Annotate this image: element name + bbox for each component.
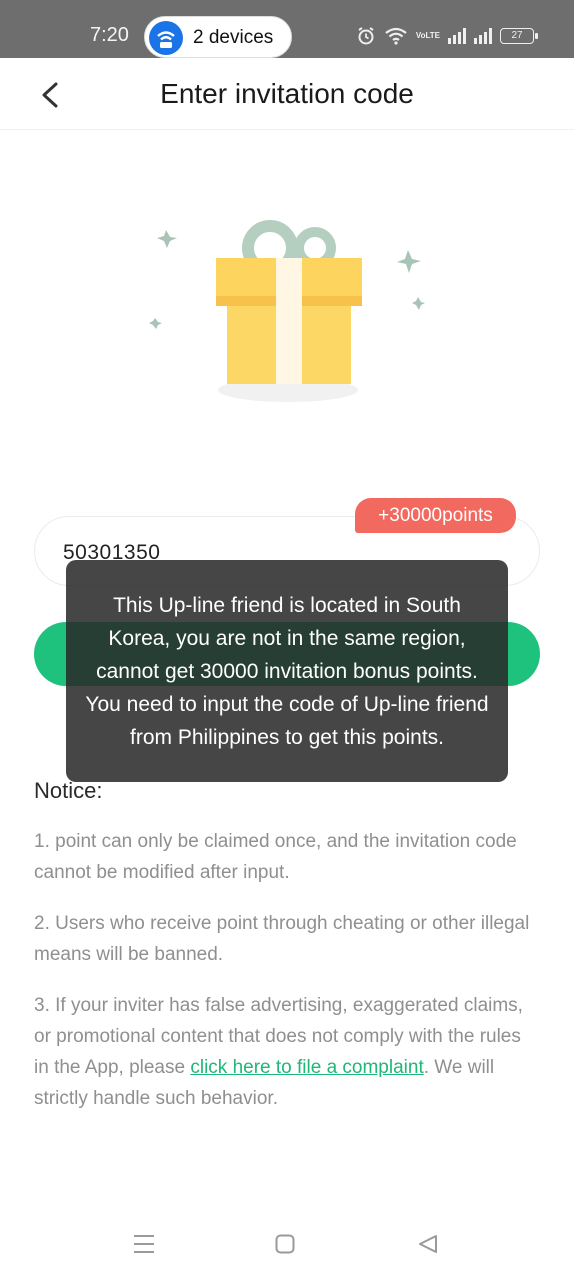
status-time: 7:20 [90,24,129,46]
signal-icon-1 [448,28,466,44]
signal-icon-2 [474,28,492,44]
notice-item-3: 3. If your inviter has false advertising… [34,990,534,1114]
hotspot-indicator[interactable]: 2 devices [144,16,292,58]
hotspot-label: 2 devices [193,27,274,48]
volte-icon: VoLTE [415,31,440,40]
nav-back-icon[interactable] [417,1234,439,1254]
status-icons: VoLTE 27 [356,26,538,46]
app-header: Enter invitation code [0,58,574,130]
home-icon[interactable] [275,1234,295,1254]
points-badge: +30000points [355,498,516,533]
hotspot-icon [149,21,183,55]
notice-item-2: 2. Users who receive point through cheat… [34,913,530,965]
status-bar: 7:20 2 devices VoLTE 27 [0,0,574,58]
system-nav-bar [0,1200,574,1280]
recent-apps-icon[interactable] [133,1234,155,1254]
gift-icon [149,220,425,402]
file-complaint-link[interactable]: click here to file a complaint [190,1057,423,1078]
wifi-icon [385,27,407,45]
battery-icon: 27 [500,28,538,44]
page-title: Enter invitation code [160,78,414,109]
alarm-icon [358,27,374,45]
toast-message: This Up-line friend is located in South … [66,560,508,782]
notice-list: 1. point can only be claimed once, and t… [34,826,534,1134]
notice-item-1: 1. point can only be claimed once, and t… [34,831,517,883]
notice-title: Notice: [34,778,103,803]
toast-text: This Up-line friend is located in South … [85,593,489,749]
